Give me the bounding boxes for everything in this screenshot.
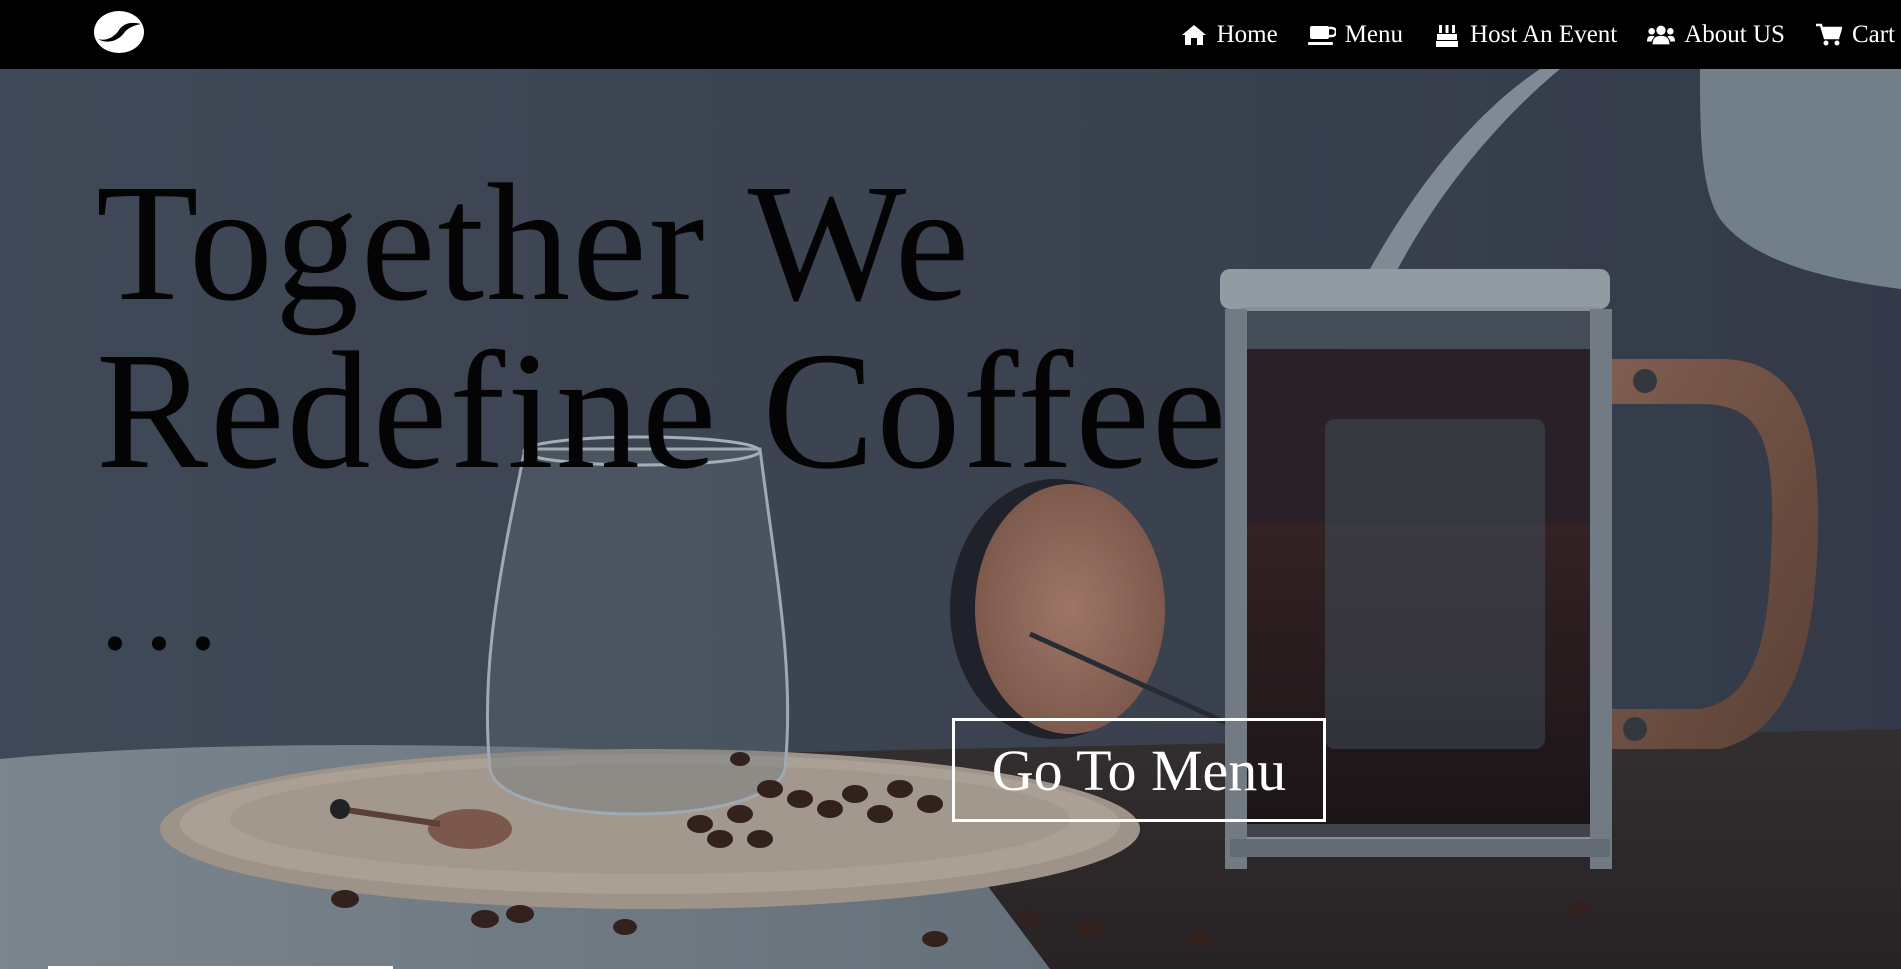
nav-cart[interactable]: Cart xyxy=(1815,21,1895,49)
top-navbar: Home Menu Host An Event About US Cart xyxy=(0,0,1901,69)
hero-section: Together We Redefine Coffee ... Go To Me… xyxy=(0,69,1901,969)
coffee-bean-logo-icon[interactable] xyxy=(92,8,146,56)
hero-ellipsis: ... xyxy=(100,542,232,675)
coffee-cup-icon xyxy=(1307,23,1336,47)
nav-about[interactable]: About US xyxy=(1647,21,1785,49)
main-nav: Home Menu Host An Event About US Cart xyxy=(1150,0,1895,69)
nav-home[interactable]: Home xyxy=(1180,21,1278,49)
hero-title: Together We Redefine Coffee xyxy=(96,159,1296,495)
nav-host-event[interactable]: Host An Event xyxy=(1433,21,1617,49)
nav-menu[interactable]: Menu xyxy=(1307,20,1404,49)
nav-host-event-label: Host An Event xyxy=(1470,20,1618,48)
nav-menu-label: Menu xyxy=(1344,20,1404,48)
nav-about-label: About US xyxy=(1684,20,1785,48)
birthday-cake-icon xyxy=(1433,23,1461,47)
go-to-menu-button[interactable]: Go To Menu xyxy=(952,718,1326,822)
hero-title-line-1: Together We xyxy=(96,150,972,336)
nav-home-label: Home xyxy=(1216,20,1278,48)
hero-title-line-2: Redefine Coffee xyxy=(96,318,1229,504)
nav-cart-label: Cart xyxy=(1851,20,1895,48)
users-icon xyxy=(1647,23,1676,47)
shopping-cart-icon xyxy=(1815,23,1843,47)
home-icon xyxy=(1180,23,1208,47)
